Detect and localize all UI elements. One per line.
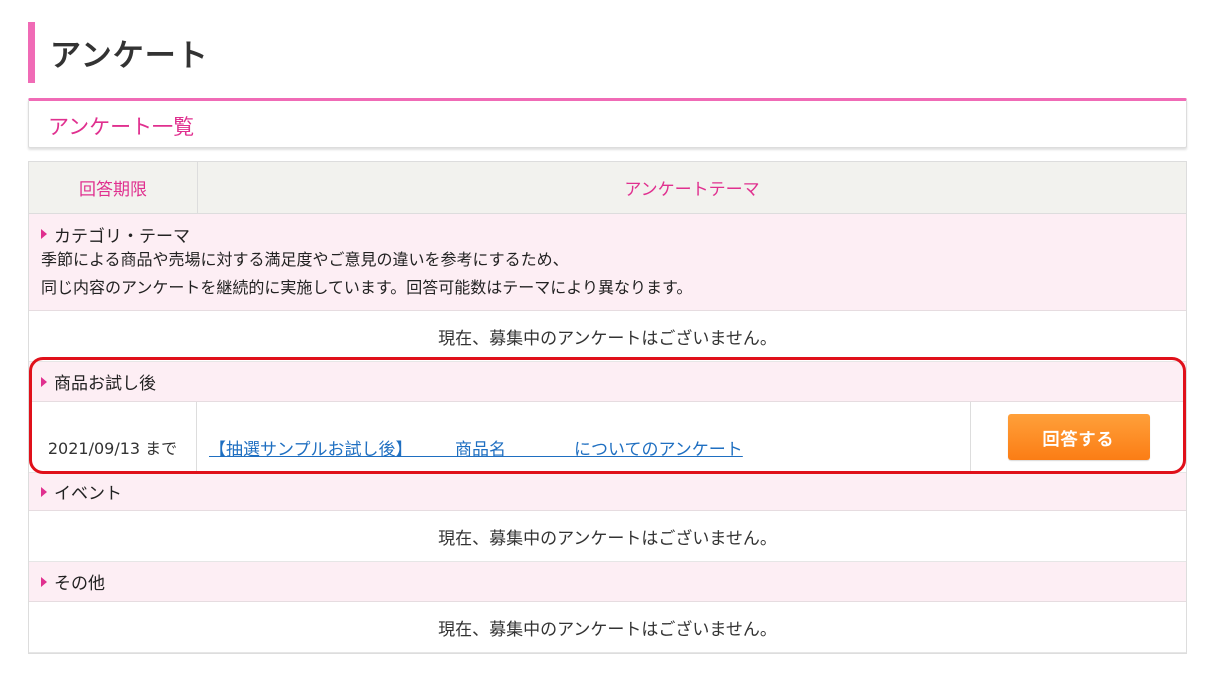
category-title: その他 [54,574,105,594]
category-row-event: イベント [29,473,1186,511]
triangle-bullet-icon [41,486,47,497]
survey-theme-cell: 【抽選サンプルお試し後】 商品名 についてのアンケート [197,402,971,472]
survey-deadline: 2021/09/13 まで [29,402,197,472]
category-title: イベント [54,484,122,504]
survey-link[interactable]: 【抽選サンプルお試し後】 商品名 についてのアンケート [209,435,743,460]
category-row-theme: カテゴリ・テーマ 季節による商品や売場に対する満足度やご意見の違いを参考にするた… [29,214,1186,311]
page-title: アンケート [50,38,209,74]
triangle-bullet-icon [41,229,47,239]
table-header: 回答期限 アンケートテーマ [29,162,1186,214]
category-title: 商品お試し後 [54,374,156,394]
triangle-bullet-icon [41,376,47,387]
header-deadline: 回答期限 [29,162,198,213]
category-description-line: 季節による商品や売場に対する満足度やご意見の違いを参考にするため、 [41,250,569,269]
category-row-product-trial: 商品お試し後 [29,362,1186,402]
category-title: カテゴリ・テーマ [54,226,190,247]
triangle-bullet-icon [41,576,47,587]
survey-item-row: 2021/09/13 まで 【抽選サンプルお試し後】 商品名 についてのアンケー… [29,402,1186,473]
survey-list-title: アンケート一覧 [48,115,195,139]
survey-list-panel: アンケート一覧 [28,98,1187,148]
survey-action-cell: 回答する [971,402,1186,472]
category-description-line: 同じ内容のアンケートを継続的に実施しています。回答可能数はテーマにより異なります… [41,278,693,297]
category-row-other: その他 [29,562,1186,602]
empty-message: 現在、募集中のアンケートはございません。 [29,311,1186,362]
header-theme: アンケートテーマ [624,180,760,200]
survey-table: 回答期限 アンケートテーマ カテゴリ・テーマ 季節による商品や売場に対する満足度… [28,161,1187,654]
answer-button[interactable]: 回答する [1007,414,1150,460]
empty-message: 現在、募集中のアンケートはございません。 [29,511,1186,562]
page-heading: アンケート [28,22,628,83]
empty-message: 現在、募集中のアンケートはございません。 [29,602,1186,653]
